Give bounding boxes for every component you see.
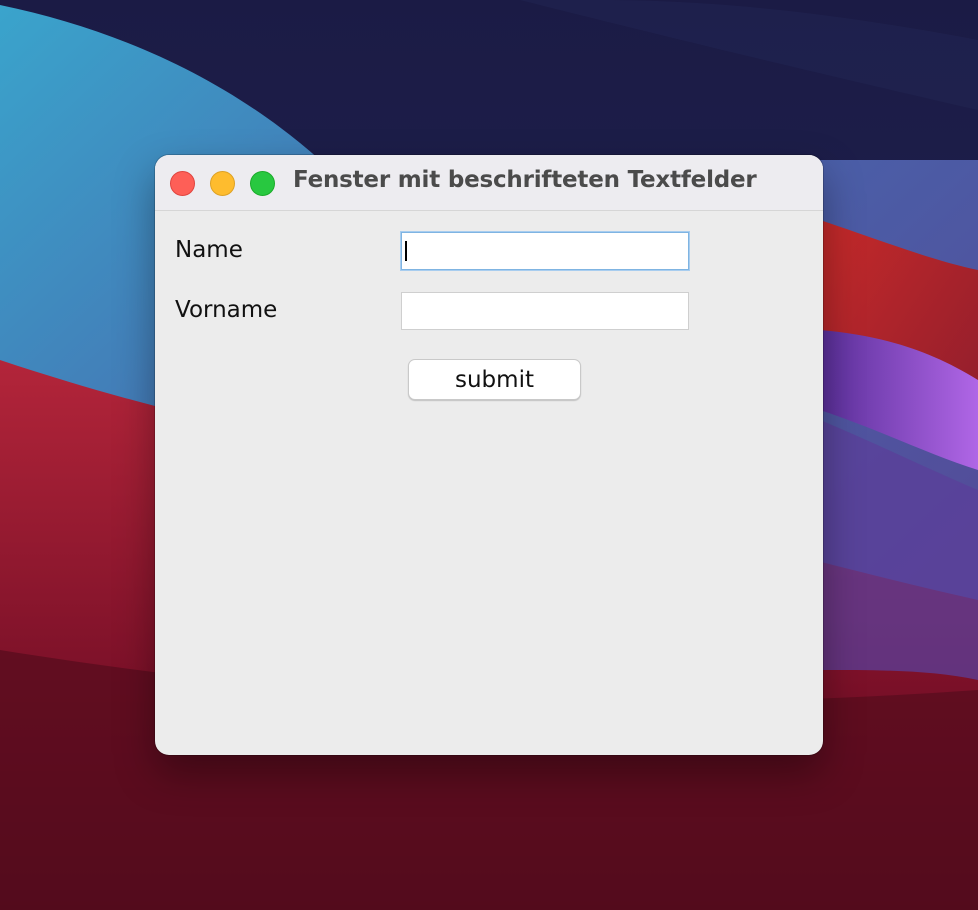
vorname-field[interactable] — [401, 292, 689, 330]
close-window-button[interactable] — [170, 171, 195, 196]
vorname-label: Vorname — [175, 297, 278, 323]
submit-button[interactable]: submit — [408, 359, 581, 400]
name-field[interactable] — [401, 232, 689, 270]
app-window: Fenster mit beschrifteten Textfelder Nam… — [155, 155, 823, 755]
name-label: Name — [175, 237, 243, 263]
window-title: Fenster mit beschrifteten Textfelder — [293, 167, 757, 193]
minimize-window-button[interactable] — [210, 171, 235, 196]
text-cursor — [405, 241, 407, 261]
window-titlebar[interactable]: Fenster mit beschrifteten Textfelder — [155, 155, 823, 211]
zoom-window-button[interactable] — [250, 171, 275, 196]
